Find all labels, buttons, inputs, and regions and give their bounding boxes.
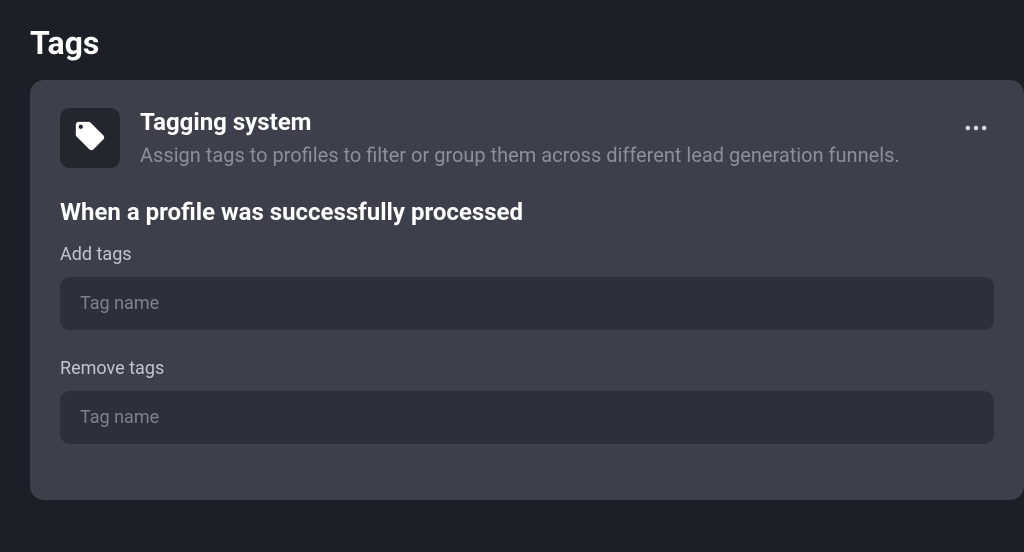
more-horizontal-icon [962, 114, 990, 145]
tag-icon-container [60, 108, 120, 168]
add-tags-input[interactable] [60, 277, 994, 330]
more-options-button[interactable] [958, 110, 994, 149]
section-title: When a profile was successfully processe… [60, 198, 994, 226]
add-tags-group: Add tags [60, 244, 994, 330]
card-header: Tagging system Assign tags to profiles t… [60, 108, 994, 170]
remove-tags-label: Remove tags [60, 358, 994, 379]
remove-tags-input[interactable] [60, 391, 994, 444]
card-title: Tagging system [140, 108, 944, 136]
card-description: Assign tags to profiles to filter or gro… [140, 140, 944, 170]
remove-tags-group: Remove tags [60, 358, 994, 444]
page-title: Tags [0, 0, 1024, 80]
add-tags-label: Add tags [60, 244, 994, 265]
tagging-card: Tagging system Assign tags to profiles t… [30, 80, 1024, 500]
tag-icon [73, 119, 107, 157]
card-header-text: Tagging system Assign tags to profiles t… [140, 108, 994, 170]
